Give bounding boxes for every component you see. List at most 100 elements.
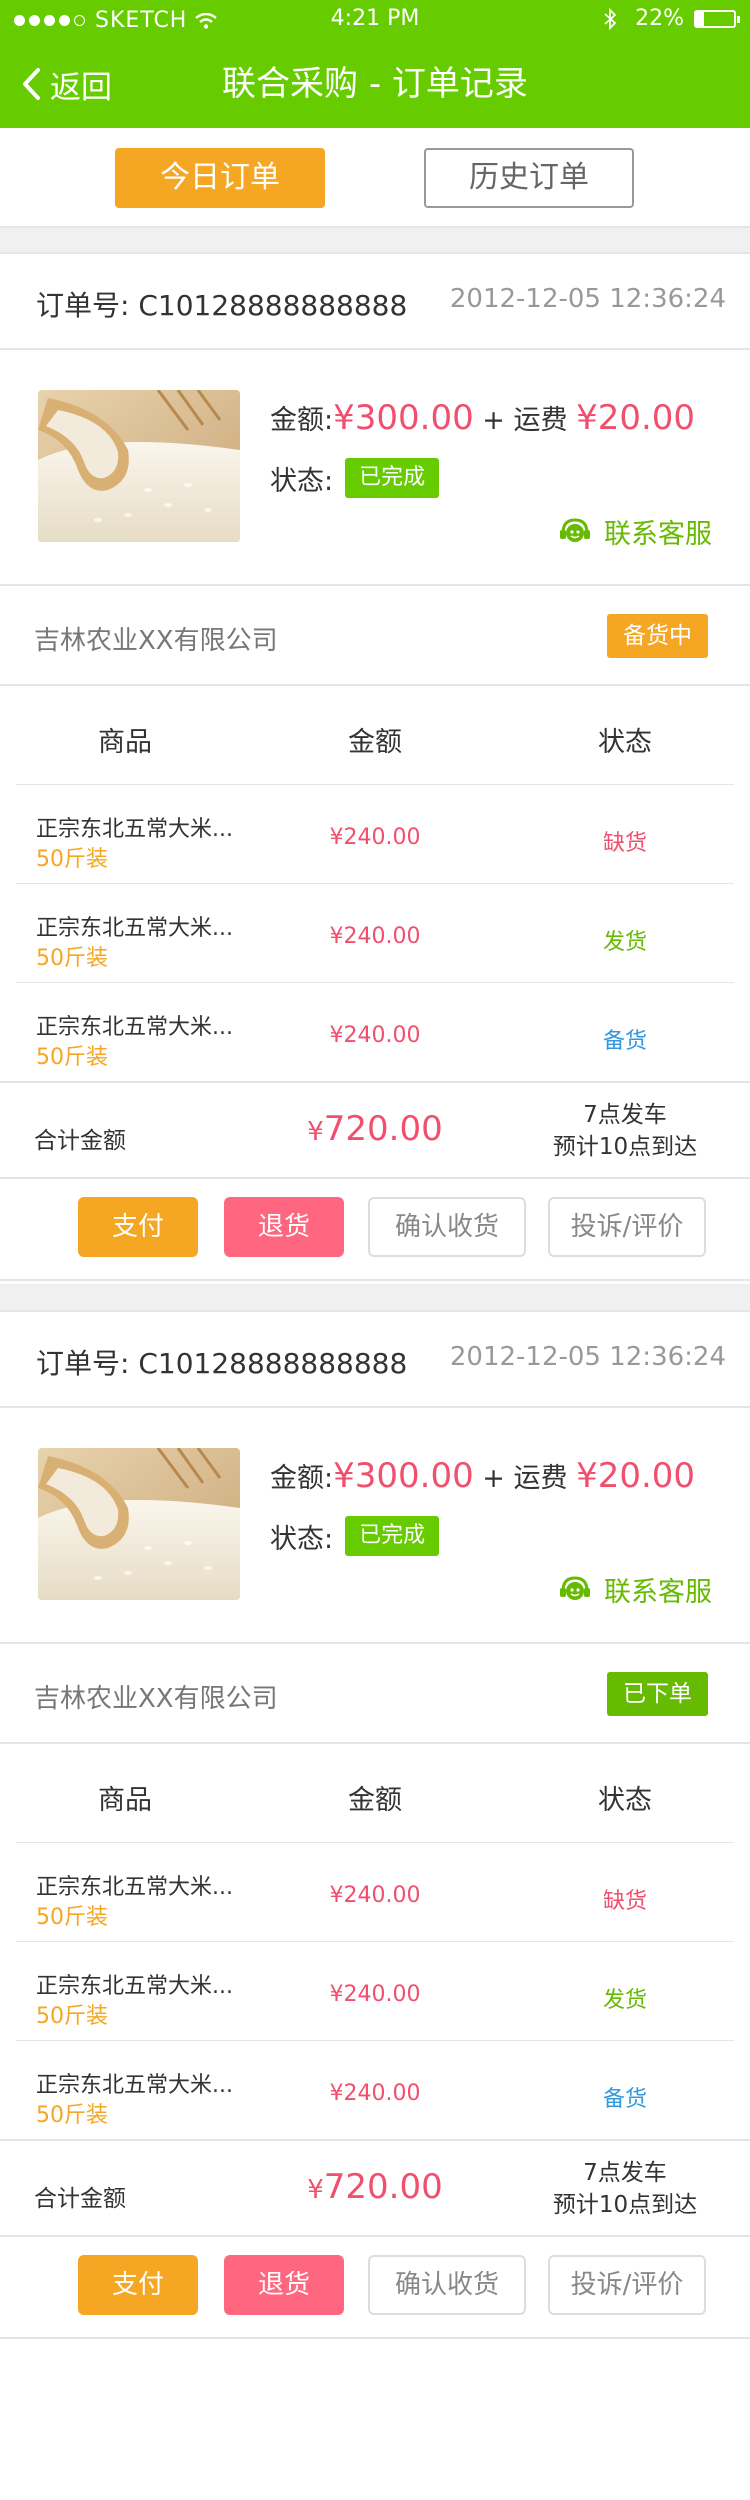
arrival-estimate: 预计10点到达 (552, 1134, 698, 1160)
item-status: 发货 (602, 930, 647, 955)
items-table: 正宗东北五常大米... 50斤装 ¥240.00 缺货 正宗东北五常大米... … (16, 784, 734, 1081)
delivery-info: 7点发车 预计10点到达 (500, 2157, 750, 2221)
order-amount: ¥300.00 (333, 1456, 474, 1496)
item-name: 正宗东北五常大米... (36, 916, 233, 941)
battery-fill (696, 11, 705, 26)
shipping-label: + 运费 (473, 1463, 577, 1494)
table-row[interactable]: 正宗东北五常大米... 50斤装 ¥240.00 发货 (16, 883, 734, 982)
supplier-status-badge: 已下单 (607, 1672, 708, 1716)
item-name: 正宗东北五常大米... (36, 817, 233, 842)
status-line: 状态: 已完成 (270, 1516, 440, 1556)
item-spec: 50斤装 (36, 946, 108, 971)
battery-percent: 22% (635, 6, 684, 31)
item-status: 发货 (602, 1988, 647, 2013)
table-row[interactable]: 正宗东北五常大米... 50斤装 ¥240.00 缺货 (16, 784, 734, 883)
amount-line: 金额:¥300.00 + 运费 ¥20.00 (270, 1456, 695, 1496)
items-table: 正宗东北五常大米... 50斤装 ¥240.00 缺货 正宗东北五常大米... … (16, 1842, 734, 2139)
order-summary: 金额:¥300.00 + 运费 ¥20.00 状态: 已完成 联系客服 (0, 1408, 750, 1644)
order-header: 订单号: C10128888888888 2012-12-05 12:36:24 (0, 1312, 750, 1408)
chevron-left-icon (23, 68, 40, 100)
arrival-estimate: 预计10点到达 (552, 2192, 698, 2218)
item-name: 正宗东北五常大米... (36, 1015, 233, 1040)
header-status: 状态 (598, 727, 652, 758)
currency-symbol: ¥ (307, 1117, 324, 1147)
back-label: 返回 (50, 69, 112, 106)
total-value: 720.00 (323, 2167, 443, 2207)
table-row[interactable]: 正宗东北五常大米... 50斤装 ¥240.00 发货 (16, 1941, 734, 2040)
back-button[interactable]: 返回 (20, 40, 112, 128)
item-spec: 50斤装 (36, 1905, 108, 1930)
order-status-badge: 已完成 (345, 458, 440, 498)
supplier-name: 吉林农业XX有限公司 (34, 626, 278, 656)
header-status: 状态 (598, 1785, 652, 1816)
status-label: 状态: (270, 465, 334, 497)
item-spec: 50斤装 (36, 2103, 108, 2128)
departure-time: 7点发车 (583, 2160, 667, 2186)
complain-review-button[interactable]: 投诉/评价 (548, 1197, 706, 1257)
contact-service-button[interactable]: 联系客服 (558, 512, 712, 551)
table-row[interactable]: 正宗东北五常大米... 50斤装 ¥240.00 备货 (16, 2040, 734, 2139)
return-button[interactable]: 退货 (224, 2255, 344, 2315)
item-status: 备货 (602, 2087, 647, 2112)
status-label: 状态: (270, 1523, 334, 1555)
currency-symbol: ¥ (307, 2175, 324, 2205)
items-table-header: 商品 金额 状态 (0, 1744, 750, 1842)
order-card: 订单号: C10128888888888 2012-12-05 12:36:24 (0, 252, 750, 1281)
contact-service-button[interactable]: 联系客服 (558, 1570, 712, 1609)
customer-service-icon (560, 517, 590, 542)
item-price: ¥240.00 (329, 924, 421, 949)
status-bar: SKETCH 4:21 PM 22% (0, 0, 750, 40)
table-row[interactable]: 正宗东北五常大米... 50斤装 ¥240.00 缺货 (16, 1842, 734, 1941)
confirm-receipt-button[interactable]: 确认收货 (368, 2255, 526, 2315)
total-row: 合计金额 ¥720.00 7点发车 预计10点到达 (0, 1081, 750, 1179)
status-line: 状态: 已完成 (270, 458, 440, 498)
contact-label: 联系客服 (604, 1577, 712, 1608)
item-name: 正宗东北五常大米... (36, 1974, 233, 1999)
table-row[interactable]: 正宗东北五常大米... 50斤装 ¥240.00 备货 (16, 982, 734, 1081)
amount-label: 金额: (270, 405, 334, 436)
amount-line: 金额:¥300.00 + 运费 ¥20.00 (270, 398, 695, 438)
item-spec: 50斤装 (36, 2004, 108, 2029)
amount-label: 金额: (270, 1463, 334, 1494)
supplier-status-badge: 备货中 (607, 614, 708, 658)
order-card: 订单号: C10128888888888 2012-12-05 12:36:24 (0, 1310, 750, 2339)
shipping-fee: ¥20.00 (576, 1456, 696, 1496)
item-name: 正宗东北五常大米... (36, 1875, 233, 1900)
item-status: 缺货 (602, 1889, 647, 1914)
item-price: ¥240.00 (329, 825, 421, 850)
item-status: 备货 (602, 1029, 647, 1054)
supplier-row: 吉林农业XX有限公司 已下单 (0, 1644, 750, 1744)
order-time: 2012-12-05 12:36:24 (449, 1342, 726, 1372)
order-header: 订单号: C10128888888888 2012-12-05 12:36:24 (0, 254, 750, 350)
items-table-header: 商品 金额 状态 (0, 686, 750, 784)
header-amount: 金额 (348, 1785, 402, 1816)
pay-button[interactable]: 支付 (78, 1197, 198, 1257)
rice-product-image[interactable] (38, 1448, 240, 1600)
header-product: 商品 (98, 727, 152, 758)
confirm-receipt-button[interactable]: 确认收货 (368, 1197, 526, 1257)
divider-gap (0, 228, 750, 252)
app-header: SKETCH 4:21 PM 22% 返回 联合采购 - 订单记录 (0, 0, 750, 128)
tab-history-orders[interactable]: 历史订单 (424, 148, 634, 208)
delivery-info: 7点发车 预计10点到达 (500, 1099, 750, 1163)
item-spec: 50斤装 (36, 847, 108, 872)
contact-label: 联系客服 (604, 519, 712, 550)
supplier-row: 吉林农业XX有限公司 备货中 (0, 586, 750, 686)
divider-gap (0, 1284, 750, 1310)
order-number: 订单号: C10128888888888 (36, 1347, 408, 1380)
order-actions: 支付 退货 确认收货 投诉/评价 (0, 2237, 750, 2337)
order-tabs: 今日订单 历史订单 (0, 128, 750, 228)
battery-icon (694, 9, 740, 28)
order-amount: ¥300.00 (333, 398, 474, 438)
total-amount: ¥720.00 (250, 2167, 500, 2207)
rice-product-image[interactable] (38, 390, 240, 542)
return-button[interactable]: 退货 (224, 1197, 344, 1257)
order-time: 2012-12-05 12:36:24 (449, 284, 726, 314)
shipping-label: + 运费 (473, 405, 577, 436)
header-amount: 金额 (348, 727, 402, 758)
pay-button[interactable]: 支付 (78, 2255, 198, 2315)
total-value: 720.00 (323, 1109, 443, 1149)
customer-service-icon (560, 1575, 590, 1600)
complain-review-button[interactable]: 投诉/评价 (548, 2255, 706, 2315)
tab-today-orders[interactable]: 今日订单 (115, 148, 325, 208)
